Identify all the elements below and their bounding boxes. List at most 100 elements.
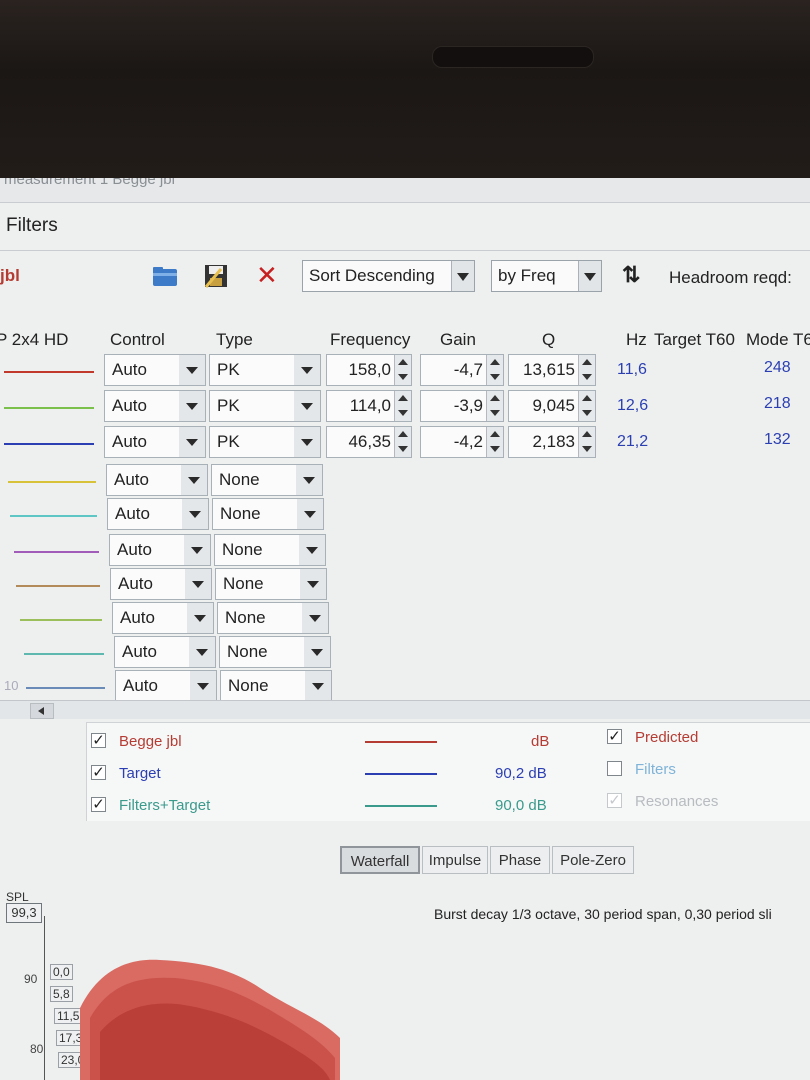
spinner-arrows-icon[interactable]: [394, 355, 411, 385]
filter-row: Auto PK 114,0 -3,9 9,045 12,6 218: [0, 390, 810, 424]
mode-value: 132: [764, 431, 791, 448]
type-value: None: [228, 676, 269, 695]
col-control: Control: [110, 330, 165, 349]
type-select[interactable]: None: [219, 636, 331, 668]
y-tick-80: 80: [30, 1042, 44, 1056]
folder-icon[interactable]: [152, 265, 178, 287]
q-value: 13,615: [523, 360, 575, 379]
type-value: PK: [217, 396, 240, 415]
control-select[interactable]: Auto: [114, 636, 216, 668]
spinner-arrows-icon[interactable]: [486, 355, 503, 385]
legend-value-filters-target: 90,0 dB: [495, 797, 547, 814]
legend-checkbox-begge[interactable]: ✓: [91, 733, 106, 748]
control-select[interactable]: Auto: [104, 354, 206, 386]
control-value: Auto: [122, 642, 157, 661]
control-value: Auto: [117, 540, 152, 559]
spinner-arrows-icon[interactable]: [394, 427, 411, 457]
control-select[interactable]: Auto: [109, 534, 211, 566]
control-select[interactable]: Auto: [106, 464, 208, 496]
gain-spinner[interactable]: -4,2: [420, 426, 504, 458]
spinner-arrows-icon[interactable]: [486, 427, 503, 457]
filter-color-line: [20, 619, 102, 621]
legend-label-filters-target: Filters+Target: [119, 797, 211, 814]
chevron-down-icon: [300, 569, 326, 599]
gain-value: -3,9: [453, 396, 483, 415]
gain-spinner[interactable]: -3,9: [420, 390, 504, 422]
type-select[interactable]: None: [215, 568, 327, 600]
filter-row: 10 Auto None: [0, 670, 810, 704]
frequency-spinner[interactable]: 46,35: [326, 426, 412, 458]
sort-order-select[interactable]: Sort Descending: [302, 260, 475, 292]
control-select[interactable]: Auto: [112, 602, 214, 634]
filter-row: Auto PK 158,0 -4,7 13,615 11,6 248: [0, 354, 810, 388]
spinner-arrows-icon[interactable]: [578, 427, 595, 457]
frequency-spinner[interactable]: 114,0: [326, 390, 412, 422]
save-icon[interactable]: [203, 263, 229, 289]
type-select[interactable]: None: [220, 670, 332, 702]
type-select[interactable]: PK: [209, 354, 321, 386]
option-checkbox-filters[interactable]: [607, 761, 622, 776]
type-select[interactable]: None: [212, 498, 324, 530]
type-select[interactable]: PK: [209, 390, 321, 422]
filter-color-line: [16, 585, 100, 587]
chevron-down-icon: [187, 603, 213, 633]
col-eq: P 2x4 HD: [0, 330, 69, 349]
chevron-down-icon: [304, 637, 330, 667]
filters-window-title: Filters: [6, 215, 58, 236]
chevron-down-icon: [451, 261, 474, 291]
filter-row: Auto None: [0, 568, 810, 602]
waterfall-plot: [80, 959, 340, 1080]
q-spinner[interactable]: 9,045: [508, 390, 596, 422]
hz-value: 11,6: [617, 361, 647, 378]
laptop-bezel: [0, 0, 810, 178]
mode-value: 248: [764, 359, 791, 376]
measurement-label: jbl: [0, 266, 20, 285]
control-select[interactable]: Auto: [104, 390, 206, 422]
filter-row: Auto None: [0, 464, 810, 498]
scroll-left-icon[interactable]: [30, 703, 54, 719]
legend-checkbox-target[interactable]: ✓: [91, 765, 106, 780]
chevron-down-icon: [181, 465, 207, 495]
col-q: Q: [542, 330, 556, 349]
spinner-arrows-icon[interactable]: [394, 391, 411, 421]
legend-checkbox-filters-target[interactable]: ✓: [91, 797, 106, 812]
q-value: 2,183: [532, 432, 575, 451]
spl-value[interactable]: 99,3: [6, 903, 42, 923]
sort-icon[interactable]: ⇅: [622, 262, 640, 288]
chevron-down-icon: [190, 671, 216, 701]
type-select[interactable]: None: [211, 464, 323, 496]
chevron-down-icon: [294, 355, 320, 385]
type-value: PK: [217, 360, 240, 379]
tab-waterfall[interactable]: Waterfall: [340, 846, 420, 874]
control-select[interactable]: Auto: [115, 670, 217, 702]
filter-row: Auto None: [0, 498, 810, 532]
frequency-spinner[interactable]: 158,0: [326, 354, 412, 386]
control-select[interactable]: Auto: [104, 426, 206, 458]
spinner-arrows-icon[interactable]: [486, 391, 503, 421]
sort-by-select[interactable]: by Freq: [491, 260, 602, 292]
type-select[interactable]: None: [217, 602, 329, 634]
option-checkbox-resonances[interactable]: ✓: [607, 793, 622, 808]
type-value: None: [223, 574, 264, 593]
filter-row: Auto None: [0, 534, 810, 568]
tab-pole-zero[interactable]: Pole-Zero: [552, 846, 634, 874]
q-spinner[interactable]: 13,615: [508, 354, 596, 386]
type-select[interactable]: PK: [209, 426, 321, 458]
divider: [0, 250, 810, 251]
spinner-arrows-icon[interactable]: [578, 391, 595, 421]
type-value: None: [219, 470, 260, 489]
control-select[interactable]: Auto: [107, 498, 209, 530]
control-value: Auto: [115, 504, 150, 523]
type-select[interactable]: None: [214, 534, 326, 566]
delete-icon[interactable]: ✕: [256, 262, 278, 288]
horizontal-scrollbar[interactable]: [0, 700, 810, 719]
q-spinner[interactable]: 2,183: [508, 426, 596, 458]
gain-spinner[interactable]: -4,7: [420, 354, 504, 386]
option-checkbox-predicted[interactable]: ✓: [607, 729, 622, 744]
frequency-value: 158,0: [348, 360, 391, 379]
control-select[interactable]: Auto: [110, 568, 212, 600]
spinner-arrows-icon[interactable]: [578, 355, 595, 385]
tab-phase[interactable]: Phase: [490, 846, 550, 874]
tab-impulse[interactable]: Impulse: [422, 846, 488, 874]
filter-row: Auto None: [0, 602, 810, 636]
